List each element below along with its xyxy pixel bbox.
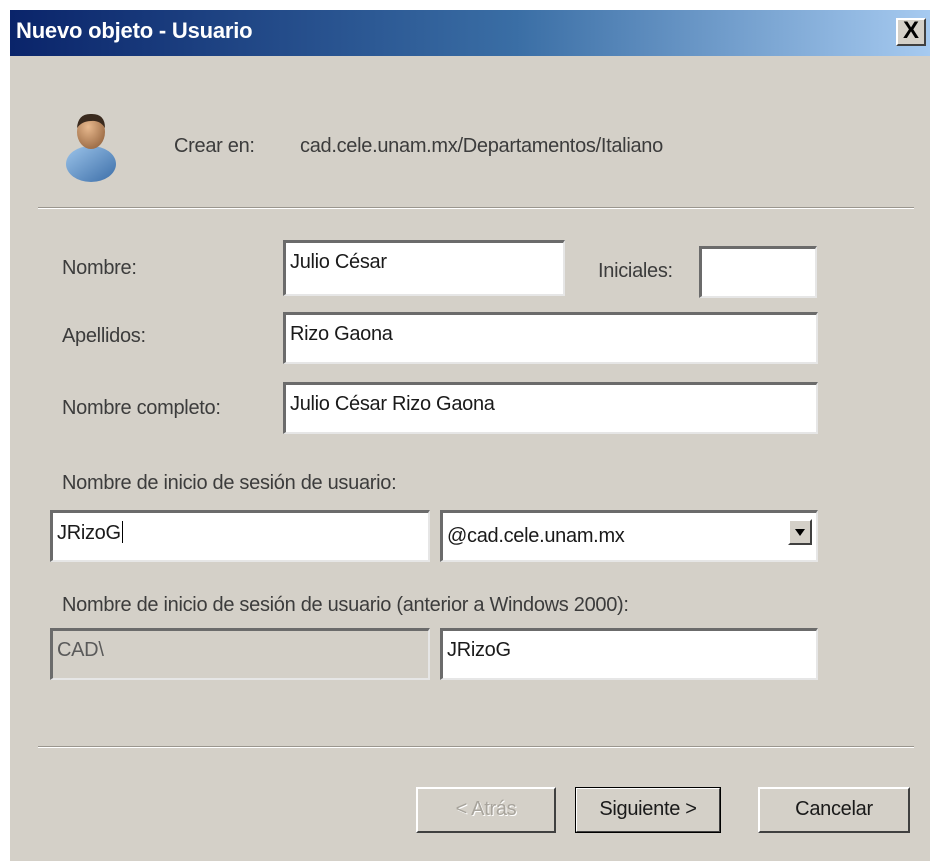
initials-input[interactable] bbox=[699, 246, 817, 298]
last-name-label: Apellidos: bbox=[62, 325, 146, 347]
logon-name-value: JRizoG bbox=[57, 522, 121, 544]
logon-name-label: Nombre de inicio de sesión de usuario: bbox=[62, 472, 397, 494]
user-icon bbox=[66, 113, 116, 182]
domain-select[interactable]: @cad.cele.unam.mx bbox=[440, 510, 818, 562]
domain-select-value: @cad.cele.unam.mx bbox=[447, 525, 625, 547]
separator-top bbox=[38, 207, 914, 209]
window-title: Nuevo objeto - Usuario bbox=[16, 18, 253, 43]
text-caret bbox=[121, 521, 123, 543]
first-name-label: Nombre: bbox=[62, 257, 137, 279]
last-name-input[interactable]: Rizo Gaona bbox=[283, 312, 818, 364]
chevron-down-icon[interactable] bbox=[788, 519, 812, 545]
first-name-input[interactable]: Julio César bbox=[283, 240, 565, 296]
new-user-dialog: Nuevo objeto - Usuario X Crear en: cad.c… bbox=[10, 10, 930, 861]
close-icon[interactable]: X bbox=[896, 18, 926, 46]
title-bar[interactable]: Nuevo objeto - Usuario X bbox=[10, 10, 930, 56]
pre2000-domain-field: CAD\ bbox=[50, 628, 430, 680]
logon-name-input[interactable]: JRizoG bbox=[50, 510, 430, 562]
initials-label: Iniciales: bbox=[598, 260, 673, 282]
pre2000-logon-input[interactable]: JRizoG bbox=[440, 628, 818, 680]
create-in-label: Crear en: bbox=[174, 135, 255, 157]
full-name-label: Nombre completo: bbox=[62, 397, 221, 419]
cancel-button[interactable]: Cancelar bbox=[758, 787, 910, 833]
separator-bottom bbox=[38, 746, 914, 748]
full-name-input[interactable]: Julio César Rizo Gaona bbox=[283, 382, 818, 434]
pre2000-logon-label: Nombre de inicio de sesión de usuario (a… bbox=[62, 594, 629, 616]
create-in-path: cad.cele.unam.mx/Departamentos/Italiano bbox=[300, 135, 663, 157]
back-button[interactable]: < Atrás bbox=[416, 787, 556, 833]
next-button[interactable]: Siguiente > bbox=[575, 787, 721, 833]
